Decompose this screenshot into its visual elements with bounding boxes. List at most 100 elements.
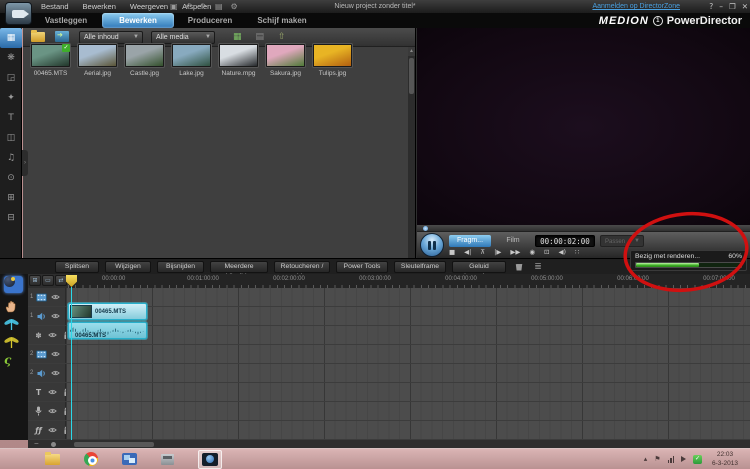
pip-objects-room[interactable]: ◲ [0,68,22,88]
image-thumbnail[interactable] [172,44,211,67]
timecode-display[interactable]: 00:00:02:00 [535,235,595,247]
timeline-scrollbar[interactable]: − [28,440,750,448]
action-center-flag-icon[interactable]: ⚑ [654,455,660,463]
toolbar-button-bijsnijden[interactable]: Bijsnijden [157,261,204,273]
music-track-header[interactable]: ƒƒ [28,421,66,439]
fx-track-header[interactable]: ✽ [28,326,66,344]
menu-item-weergeven[interactable]: Weergeven [123,0,175,13]
chrome-taskbar-icon[interactable] [84,452,98,466]
tab-produceren[interactable]: Produceren [174,13,246,28]
eye-visibility-icon[interactable] [47,332,58,338]
media-item[interactable]: Sakura.jpg [262,44,309,77]
track-content[interactable] [66,345,750,363]
video-track-header[interactable]: 1 [28,288,66,306]
video-track-header[interactable]: 2 [28,345,66,363]
eye-visibility-icon[interactable] [50,294,61,300]
track-content[interactable] [66,383,750,401]
toolbar-button-retoucheren-v-[interactable]: Retoucheren / V... [274,261,330,273]
media-item[interactable]: Aerial.jpg [74,44,121,77]
menu-item-bestand[interactable]: Bestand [34,0,76,13]
scroll-up-icon[interactable]: ▲ [408,47,415,56]
seek-bar[interactable] [417,225,750,232]
track-content[interactable] [66,402,750,420]
title-track-header[interactable]: T [28,383,66,401]
track-content[interactable] [66,326,750,344]
audio-clip[interactable]: 00465.MTS [68,322,147,339]
track-content[interactable] [66,421,750,439]
tab-vastleggen[interactable]: Vastleggen [30,13,102,28]
fast-forward-icon[interactable]: ▶▶ [510,248,520,257]
fax-taskbar-icon[interactable] [161,454,174,465]
content-filter-dropdown[interactable]: Alle inhoud ▼ [79,31,143,44]
explorer-taskbar-icon[interactable] [45,454,60,465]
zoom-slider[interactable] [51,442,56,447]
step-icon[interactable]: ⊼ [480,248,485,257]
effect-room[interactable]: ❋ [0,48,22,68]
media-item[interactable]: ✓00465.MTS [27,44,74,77]
eye-visibility-icon[interactable] [50,370,61,376]
eye-visibility-icon[interactable] [50,313,61,319]
sidebar-expander[interactable]: › [22,150,28,176]
toolbar-button-sleutelframe[interactable]: Sleutelframe [394,261,446,273]
video-thumbnail[interactable] [219,44,258,67]
remote-desktop-taskbar-icon[interactable] [122,453,137,465]
audio-track-header[interactable]: 2 [28,364,66,382]
fit-timeline-button[interactable]: ⇄ [55,275,67,286]
fullscreen-icon[interactable]: ∷ [575,248,579,257]
media-type-filter-dropdown[interactable]: Alle media ▼ [151,31,215,44]
eye-visibility-icon[interactable] [50,351,61,357]
dragonfly-yellow-icon[interactable] [4,336,19,349]
scrollbar-thumb[interactable] [74,442,154,447]
tray-expand-icon[interactable]: ▴ [644,455,648,463]
redo-icon[interactable]: ↷ [200,0,207,13]
grid-view-icon[interactable]: ▦ [233,30,242,45]
restore-button[interactable]: ❐ [729,0,736,13]
image-thumbnail[interactable] [125,44,164,67]
film-mode-button[interactable]: Film [495,235,531,247]
directorzone-signin-link[interactable]: Aanmelden op DirectorZone [592,0,680,13]
powerdirector-taskbar-icon[interactable] [198,450,222,469]
dual-preview-icon[interactable]: ⊡ [544,248,549,257]
particle-room[interactable]: ✦ [0,88,22,108]
track-manager-button[interactable]: ≣ [531,261,545,273]
snapshot-icon[interactable]: ◉ [529,248,535,257]
volume-icon[interactable] [681,456,686,462]
audio-mixing-room[interactable]: ♫ [0,148,22,168]
close-button[interactable]: ✕ [742,0,748,13]
network-icon[interactable] [668,456,675,463]
voiceover-room[interactable]: ⊙ [0,168,22,188]
subtitle-room[interactable]: ⊟ [0,208,22,228]
import-media-icon[interactable]: ⇧ [278,30,286,45]
image-thumbnail[interactable] [313,44,352,67]
toolbar-button-meerdere-bijsnijd-[interactable]: Meerdere bijsnijd... [210,261,268,273]
image-thumbnail[interactable] [78,44,117,67]
taskbar-clock[interactable]: 22:03 6-3-2013 [704,451,746,468]
chapter-room[interactable]: ⊞ [0,188,22,208]
pause-button[interactable] [420,233,444,257]
volume-icon[interactable]: ◀) [558,248,566,257]
toolbar-button-geluid-bewerken[interactable]: Geluid bewerken [452,261,506,273]
voice-track-header[interactable] [28,402,66,420]
seek-slider[interactable] [423,226,428,231]
track-content[interactable] [66,288,750,306]
hand-icon[interactable] [4,299,18,313]
video-clip[interactable]: 00465.MTS [68,303,147,320]
desktop-app-icon[interactable] [4,276,23,293]
toolbar-button-wijzigen[interactable]: Wijzigen [105,261,151,273]
aspect-ratio-icon[interactable]: ▤ [215,0,223,13]
title-room[interactable]: T [0,108,22,128]
zoom-fit-dropdown[interactable]: Passen ▼ [600,235,644,247]
track-manager-button[interactable]: ⊞ [29,275,41,286]
import-folder-icon[interactable] [55,31,69,42]
previous-frame-icon[interactable]: ◀| [464,248,471,257]
toolbar-button-splitsen[interactable]: Splitsen [55,261,99,273]
media-item[interactable]: Lake.jpg [168,44,215,77]
tab-bewerken[interactable]: Bewerken [102,13,174,28]
track-content[interactable] [66,364,750,382]
eye-visibility-icon[interactable] [47,389,58,395]
media-item[interactable]: Nature.mpg [215,44,262,77]
movie-view-button[interactable]: ▭ [42,275,54,286]
help-button[interactable]: ? [709,0,713,13]
eye-visibility-icon[interactable] [47,408,58,414]
tab-schijf-maken[interactable]: Schijf maken [246,13,318,28]
